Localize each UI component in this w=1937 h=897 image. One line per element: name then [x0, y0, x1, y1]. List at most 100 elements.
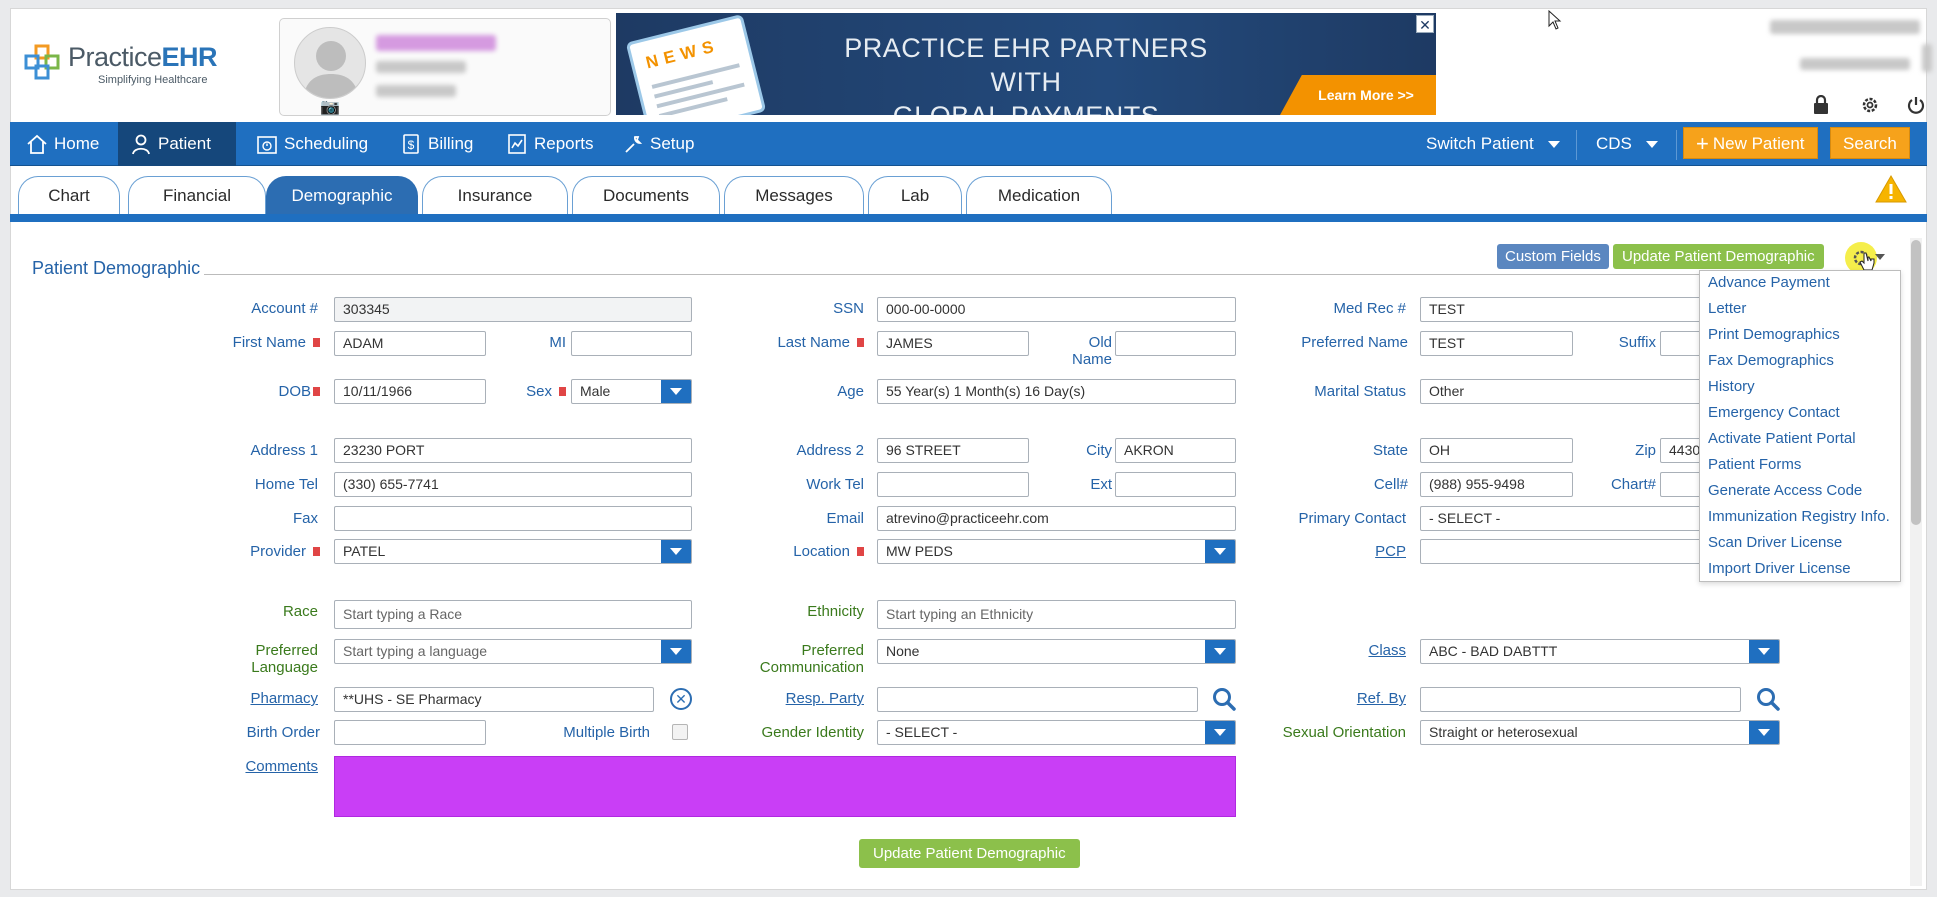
tab-lab[interactable]: Lab [868, 176, 962, 214]
tab-medication[interactable]: Medication [966, 176, 1112, 214]
class-select[interactable]: ABC - BAD DABTTT [1420, 639, 1780, 664]
pharmacy-field[interactable]: **UHS - SE Pharmacy [334, 687, 654, 712]
patient-summary-card[interactable]: 📷 [279, 18, 611, 116]
menu-item-generate-access-code[interactable]: Generate Access Code [1708, 482, 1862, 499]
sex-select[interactable]: Male [571, 379, 692, 404]
actions-dropdown-menu: Advance Payment Letter Print Demographic… [1699, 270, 1901, 582]
pcp-field[interactable] [1420, 539, 1710, 564]
menu-item-scan-driver-license[interactable]: Scan Driver License [1708, 534, 1842, 551]
camera-icon[interactable]: 📷 [320, 97, 340, 117]
menu-item-immunization-registry[interactable]: Immunization Registry Info. [1708, 508, 1890, 525]
switch-patient-dropdown[interactable]: Switch Patient [1426, 122, 1560, 166]
practice-ehr-logo[interactable]: PracticeEHR Simplifying Healthcare [24, 40, 218, 90]
scrollbar-thumb[interactable] [1911, 240, 1921, 525]
tab-financial[interactable]: Financial [128, 176, 266, 214]
search-button[interactable]: Search [1830, 127, 1910, 159]
address2-field[interactable]: 96 STREET [877, 438, 1029, 463]
marital-status-select[interactable]: Other [1420, 379, 1710, 404]
primary-contact-label: Primary Contact [1298, 510, 1406, 527]
birth-order-field[interactable] [334, 720, 486, 745]
gear-dropdown-button[interactable] [1845, 242, 1885, 274]
news-banner[interactable]: NEWS PRACTICE EHR PARTNERS WITH GLOBAL P… [616, 13, 1436, 115]
cds-dropdown[interactable]: CDS [1596, 122, 1658, 166]
menu-item-advance-payment[interactable]: Advance Payment [1708, 274, 1830, 291]
tab-insurance[interactable]: Insurance [422, 176, 568, 214]
close-banner-icon[interactable]: ✕ [1416, 15, 1434, 33]
search-icon[interactable] [1211, 686, 1237, 712]
tab-demographic[interactable]: Demographic [266, 176, 418, 214]
tab-messages[interactable]: Messages [724, 176, 864, 214]
lock-icon[interactable] [1812, 95, 1830, 115]
city-field[interactable]: AKRON [1115, 438, 1236, 463]
pharmacy-link[interactable]: Pharmacy [200, 690, 318, 707]
age-field[interactable]: 55 Year(s) 1 Month(s) 16 Day(s) [877, 379, 1236, 404]
dob-field[interactable]: 10/11/1966 [334, 379, 486, 404]
preferred-name-field[interactable]: TEST [1420, 331, 1573, 356]
search-icon[interactable] [1755, 686, 1781, 712]
chevron-down-icon [1749, 721, 1779, 744]
last-name-field[interactable]: JAMES [877, 331, 1029, 356]
nav-home[interactable]: Home [14, 122, 118, 166]
ref-by-field[interactable] [1420, 687, 1741, 712]
menu-item-activate-patient-portal[interactable]: Activate Patient Portal [1708, 430, 1856, 447]
gender-identity-select[interactable]: - SELECT - [877, 720, 1236, 745]
patient-avatar[interactable] [294, 27, 366, 99]
learn-more-button[interactable]: Learn More >> [1280, 75, 1436, 115]
first-name-field[interactable]: ADAM [334, 331, 486, 356]
menu-item-fax-demographics[interactable]: Fax Demographics [1708, 352, 1834, 369]
provider-select[interactable]: PATEL [334, 539, 692, 564]
tab-chart[interactable]: Chart [18, 176, 120, 214]
menu-item-patient-forms[interactable]: Patient Forms [1708, 456, 1801, 473]
update-demographic-button[interactable]: Update Patient Demographic [1613, 244, 1824, 269]
ref-by-link[interactable]: Ref. By [1270, 690, 1406, 707]
power-icon[interactable] [1906, 95, 1926, 115]
chart-label: Chart# [1610, 476, 1656, 493]
menu-item-history[interactable]: History [1708, 378, 1755, 395]
work-tel-field[interactable] [877, 472, 1029, 497]
comments-textarea[interactable] [334, 756, 1236, 817]
address1-field[interactable]: 23230 PORT [334, 438, 692, 463]
resp-party-link[interactable]: Resp. Party [740, 690, 864, 707]
preferred-language-select[interactable]: Start typing a language [334, 639, 692, 664]
vertical-scrollbar[interactable] [1910, 238, 1922, 886]
mi-field[interactable] [571, 331, 692, 356]
account-field[interactable]: 303345 [334, 297, 692, 322]
email-field[interactable]: atrevino@practiceehr.com [877, 506, 1236, 531]
home-tel-field[interactable]: (330) 655-7741 [334, 472, 692, 497]
location-select[interactable]: MW PEDS [877, 539, 1236, 564]
nav-setup[interactable]: Setup [610, 122, 710, 166]
comments-link[interactable]: Comments [200, 758, 318, 775]
update-demographic-bottom-button[interactable]: Update Patient Demographic [859, 839, 1080, 868]
menu-item-print-demographics[interactable]: Print Demographics [1708, 326, 1840, 343]
ethnicity-field[interactable]: Start typing an Ethnicity [877, 600, 1236, 629]
resp-party-field[interactable] [877, 687, 1198, 712]
menu-item-import-driver-license[interactable]: Import Driver License [1708, 560, 1851, 577]
med-rec-field[interactable]: TEST [1420, 297, 1710, 322]
primary-contact-select[interactable]: - SELECT - [1420, 506, 1710, 531]
preferred-communication-select[interactable]: None [877, 639, 1236, 664]
menu-item-emergency-contact[interactable]: Emergency Contact [1708, 404, 1840, 421]
class-link[interactable]: Class [1270, 642, 1406, 659]
tab-documents[interactable]: Documents [572, 176, 720, 214]
sexual-orientation-select[interactable]: Straight or heterosexual [1420, 720, 1780, 745]
nav-patient[interactable]: Patient [118, 122, 236, 166]
race-field[interactable]: Start typing a Race [334, 600, 692, 629]
ssn-field[interactable]: 000-00-0000 [877, 297, 1236, 322]
ext-field[interactable] [1115, 472, 1236, 497]
cell-field[interactable]: (988) 955-9498 [1420, 472, 1573, 497]
state-field[interactable]: OH [1420, 438, 1573, 463]
pcp-link[interactable]: PCP [1270, 543, 1406, 560]
menu-item-letter[interactable]: Letter [1708, 300, 1746, 317]
nav-billing[interactable]: $ Billing [388, 122, 488, 166]
fax-field[interactable] [334, 506, 692, 531]
logo-text: PracticeEHR [68, 42, 218, 72]
custom-fields-button[interactable]: Custom Fields [1497, 244, 1609, 269]
nav-scheduling[interactable]: Scheduling [244, 122, 384, 166]
warning-icon[interactable] [1875, 174, 1907, 204]
clear-pharmacy-icon[interactable]: ✕ [670, 688, 692, 710]
nav-reports[interactable]: Reports [494, 122, 604, 166]
new-patient-button[interactable]: + New Patient [1683, 127, 1818, 159]
multiple-birth-checkbox[interactable] [672, 724, 688, 740]
old-name-field[interactable] [1115, 331, 1236, 356]
gear-icon[interactable] [1860, 95, 1880, 115]
